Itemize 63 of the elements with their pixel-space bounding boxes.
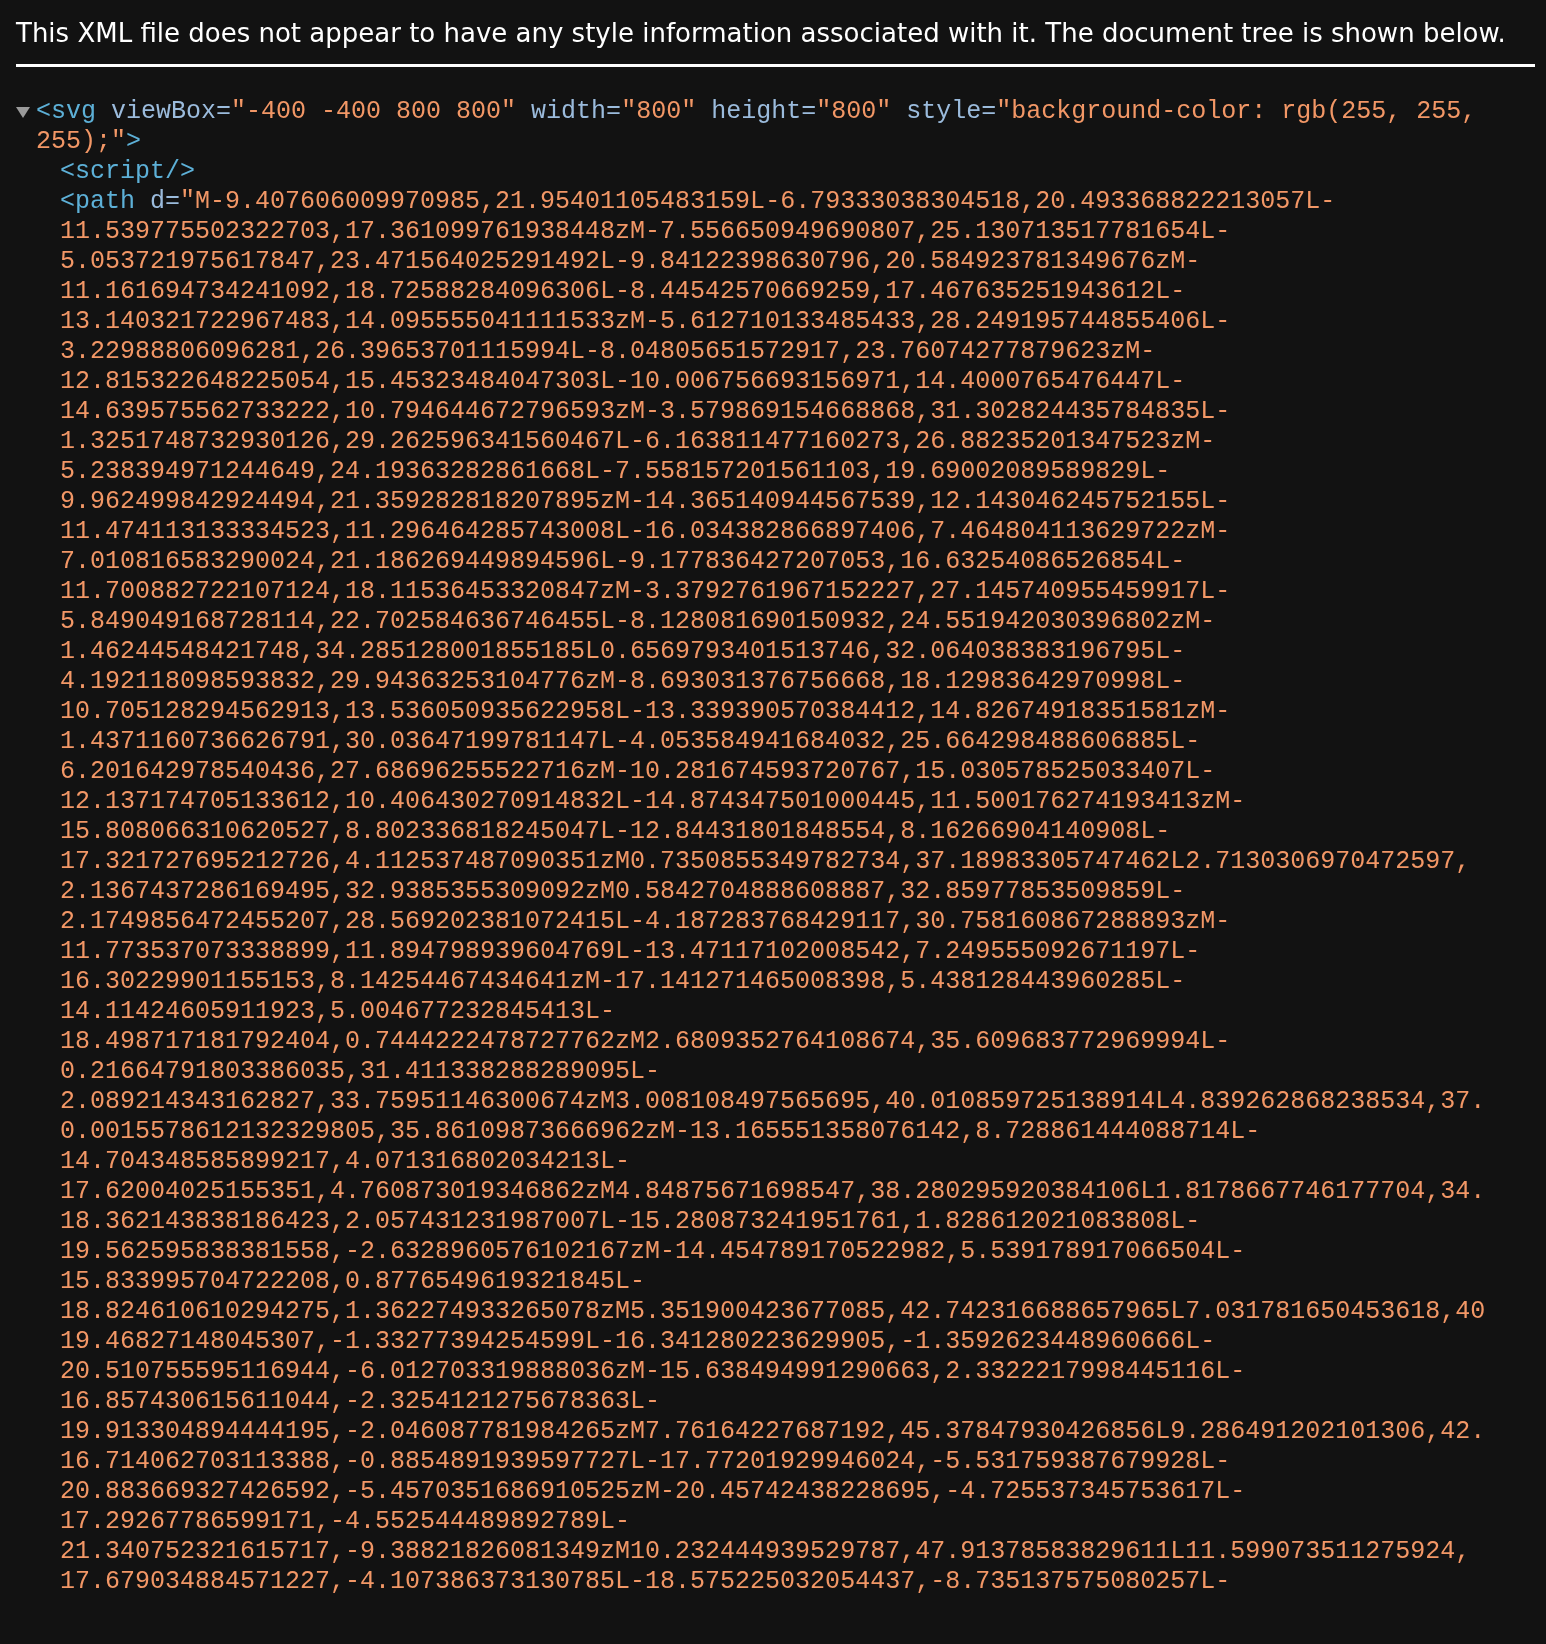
attribute-value: 5.849049168728114,22.702584636746455L-8.128081690150932,24.551942030396802zM-: [60, 607, 1216, 637]
attribute-value: 0.21664791803386035,31.411338288289095L-: [60, 1057, 661, 1087]
attribute-value: 1.3251748732930126,29.262596341560467L-6.163811477160273,26.88235201347523zM-: [60, 427, 1216, 457]
attribute-value: 17.62004025155351,4.760873019346862zM4.84875671698547,38.280295920384106L1.8178667746177704,34.: [60, 1177, 1486, 1207]
tag-name: <svg: [36, 97, 96, 127]
attribute-value: 11.773537073338899,11.894798939604769L-13.47117102008542,7.249555092671197L-: [60, 937, 1201, 967]
attribute-value: 5.238394971244649,24.19363282861668L-7.558157201561103,19.69002089589829L-: [60, 457, 1171, 487]
attribute-value: "800": [621, 97, 697, 127]
attribute-value: 21.340752321615717,-9.38821826081349zM10.232444939529787,47.91378583829611L11.599073511275924,: [60, 1537, 1471, 1567]
attribute-value: 19.562595838381558,-2.6328960576102167zM-14.454789170522982,5.539178917066504L-: [60, 1237, 1246, 1267]
attribute-value: 17.321727695212726,4.112537487090351zM0.7350855349782734,37.18983305747462L2.7130306970472597,: [60, 847, 1471, 877]
attribute-value: 3.22988806096281,26.39653701115994L-8.04805651572917,23.76074277879623zM-: [60, 337, 1156, 367]
attribute-value: 19.46827148045307,-1.33277394254599L-16.341280223629905,-1.3592623448960666L-: [60, 1327, 1216, 1357]
attribute-value: 9.962499842924494,21.359282818207895zM-14.365140944567539,12.143046245752155L-: [60, 487, 1231, 517]
attribute-value: 16.714062703113388,-0.8854891939597727L-17.77201929946024,-5.531759387679928L-: [60, 1447, 1231, 1477]
attribute-value: 19.913304894444195,-2.046087781984265zM7.76164227687192,45.37847930426856L9.286491202101306,42.: [60, 1417, 1486, 1447]
attribute-value: "M-9.407606009970985,21.95401105483159L-6.79333038304518,20.493368822213057L-: [180, 187, 1336, 217]
attribute-value: 15.808066310620527,8.802336818245047L-12.84431801848554,8.16266904140908L-: [60, 817, 1171, 847]
attribute-value: 11.161694734241092,18.72588284096306L-8.44542570669259,17.467635251943612L-: [60, 277, 1186, 307]
attribute-value: 18.362143838186423,2.057431231987007L-15.280873241951761,1.828612021083808L-: [60, 1207, 1201, 1237]
attribute-value: 6.201642978540436,27.68696255522716zM-10.281674593720767,15.030578525033407L-: [60, 757, 1216, 787]
attribute-value: 16.30229901155153,8.14254467434641zM-17.141271465008398,5.438128443960285L-: [60, 967, 1186, 997]
attribute-value: 14.704348585899217,4.071316802034213L-: [60, 1147, 631, 1177]
attribute-name: viewBox=: [110, 97, 232, 127]
attribute-value: 14.11424605911923,5.004677232845413L-: [60, 997, 616, 1027]
attribute-name: d=: [149, 187, 181, 217]
attribute-value: 12.137174705133612,10.406430270914832L-14.874347501000445,11.500176274193413zM-: [60, 787, 1246, 817]
attribute-value: 17.29267786599171,-4.552544489892789L-: [60, 1507, 631, 1537]
attribute-value: 11.539775502322703,17.361099761938448zM-7.556650949690807,25.130713517781654L-: [60, 217, 1231, 247]
tag-name: <script/>: [60, 157, 196, 187]
attribute-value: 10.705128294562913,13.536050935622958L-13.339390570384412,14.82674918351581zM-: [60, 697, 1231, 727]
attribute-value: 1.46244548421748,34.285128001855185L0.6569793401513746,32.064038383196795L-: [60, 637, 1186, 667]
attribute-name: width=: [530, 97, 622, 127]
attribute-value: 2.1749856472455207,28.569202381072415L-4.187283768429117,30.758160867288893zM-: [60, 907, 1231, 937]
expand-triangle-icon[interactable]: [16, 106, 30, 118]
attribute-value: 2.089214343162827,33.75951146300674zM3.008108497565695,40.010859725138914L4.839262868238534,37.: [60, 1087, 1486, 1117]
attribute-value: 20.510755595116944,-6.012703319888036zM-15.638494991290663,2.3322217998445116L-: [60, 1357, 1246, 1387]
tag-name: >: [126, 127, 142, 157]
attribute-value: "800": [816, 97, 892, 127]
attribute-value: 16.857430615611044,-2.3254121275678363L-: [60, 1387, 661, 1417]
attribute-value: "-400 -400 800 800": [231, 97, 517, 127]
attribute-value: 14.639575562733222,10.794644672796593zM-3.579869154668868,31.302824435784835L-: [60, 397, 1231, 427]
attribute-value: 13.140321722967483,14.095555041111533zM-5.612710133485433,28.249195744855406L-: [60, 307, 1231, 337]
notice-text: This XML file does not appear to have any style information associated with it. The document tree is shown below.: [16, 17, 1507, 50]
attribute-name: style=: [905, 97, 997, 127]
attribute-value: 5.053721975617847,23.471564025291492L-9.84122398630796,20.584923781349676zM-: [60, 247, 1201, 277]
attribute-value: 0.0015578612132329805,35.86109873666962zM-13.165551358076142,8.728861444088714L-: [60, 1117, 1261, 1147]
attribute-value: "background-color: rgb(255, 255,: [996, 97, 1477, 127]
attribute-value: 18.498717181792404,0.7444222478727762zM2.6809352764108674,35.609683772969994L-: [60, 1027, 1231, 1057]
attribute-value: 7.010816583290024,21.186269449894596L-9.177836427207053,16.63254086526854L-: [60, 547, 1186, 577]
attribute-value: 11.700882722107124,18.11536453320847zM-3.3792761967152227,27.145740955459917L-: [60, 577, 1231, 607]
attribute-value: 20.883669327426592,-5.4570351686910525zM-20.45742438228695,-4.725537345753617L-: [60, 1477, 1246, 1507]
attribute-value: 4.192118098593832,29.94363253104776zM-8.693031376756668,18.12983642970998L-: [60, 667, 1186, 697]
attribute-value: 255);": [36, 127, 126, 157]
attribute-value: 1.4371160736626791,30.03647199781147L-4.053584941684032,25.664298488606885L-: [60, 727, 1201, 757]
attribute-value: 2.1367437286169495,32.9385355309092zM0.5842704888608887,32.85977853509859L-: [60, 877, 1186, 907]
attribute-value: 12.815322648225054,15.45323484047303L-10.006756693156971,14.4000765476447L-: [60, 367, 1186, 397]
attribute-value: 15.833995704722208,0.8776549619321845L-: [60, 1267, 646, 1297]
attribute-value: 17.679034884571227,-4.107386373130785L-18.575225032054437,-8.735137575080257L-: [60, 1567, 1231, 1597]
attribute-name: height=: [710, 97, 817, 127]
tag-name: <path: [60, 187, 135, 217]
attribute-value: 11.474113133334523,11.296464285743008L-16.034382866897406,7.464804113629722zM-: [60, 517, 1231, 547]
attribute-value: 18.824610610294275,1.362274933265078zM5.351900423677085,42.742316688657965L7.031781650453618,40: [60, 1297, 1486, 1327]
